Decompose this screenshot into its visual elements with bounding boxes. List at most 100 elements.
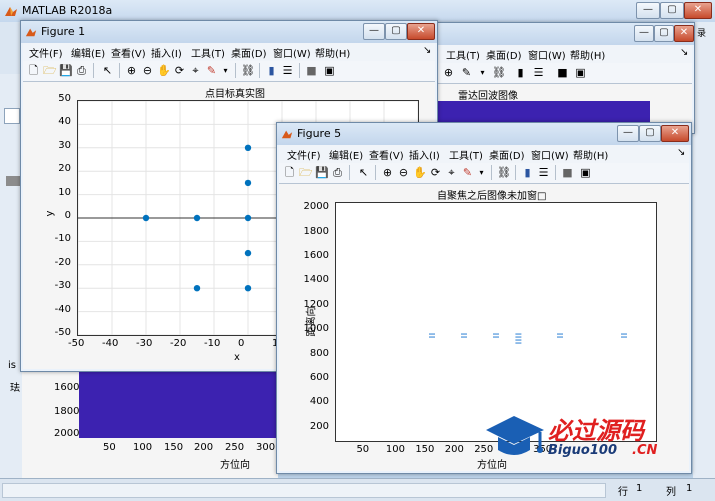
- status-row-value: 1: [636, 483, 643, 494]
- figure1-menu-view[interactable]: 查看(V): [111, 45, 146, 60]
- zoom-in-icon[interactable]: ⊕: [125, 64, 138, 77]
- dock-icon[interactable]: ▣: [323, 64, 336, 77]
- main-left-tab[interactable]: [4, 108, 20, 124]
- brush-dropdown-icon[interactable]: ▾: [475, 166, 488, 179]
- bg-tool-dock-icon[interactable]: ▣: [574, 66, 587, 79]
- figure1-close-button[interactable]: ✕: [407, 23, 435, 40]
- edit-plot-icon[interactable]: ↖: [357, 166, 370, 179]
- bg-xtick: 150: [164, 442, 184, 453]
- bg-menu-help[interactable]: 帮助(H): [570, 47, 605, 62]
- chart1-ytick-label: -10: [54, 233, 71, 245]
- chart2-ytick-label: 200: [309, 420, 329, 432]
- brush-icon[interactable]: ✎: [461, 166, 474, 179]
- legend-icon[interactable]: ☰: [537, 166, 550, 179]
- bg-tool-colorbar-icon[interactable]: ▮: [514, 66, 527, 79]
- right-edge-text: 录: [697, 29, 707, 39]
- figure5-title: Figure 5: [297, 127, 342, 140]
- chart1-title: 点目标真实图: [205, 89, 265, 100]
- bg-menu-arrow-icon[interactable]: ↘: [680, 47, 688, 58]
- data-cursor-icon[interactable]: ⌖: [445, 166, 458, 179]
- chart1-ytick-label: 50: [58, 93, 71, 104]
- bg-tool-brush-icon[interactable]: ✎: [460, 66, 473, 79]
- figure1-menu-window[interactable]: 窗口(W): [273, 45, 311, 60]
- figure1-menu-file[interactable]: 文件(F): [29, 45, 63, 60]
- bg-xtick: 50: [103, 442, 116, 453]
- figure1-minimize-button[interactable]: —: [363, 23, 385, 40]
- figure5-menu-help[interactable]: 帮助(H): [573, 147, 608, 162]
- new-figure-icon[interactable]: 🗋: [27, 64, 40, 77]
- edit-plot-icon[interactable]: ↖: [101, 64, 114, 77]
- bg-tool-link-icon[interactable]: ⛓: [492, 66, 506, 79]
- matlab-logo-icon: [5, 7, 17, 16]
- colorbar-icon[interactable]: ▮: [265, 64, 278, 77]
- main-close-button[interactable]: ✕: [684, 2, 712, 19]
- hide-tools-icon[interactable]: ■: [305, 64, 318, 77]
- pan-icon[interactable]: ✋: [413, 166, 427, 179]
- brush-icon[interactable]: ✎: [205, 64, 218, 77]
- bg-tool-hide-icon[interactable]: ■: [556, 66, 569, 79]
- zoom-out-icon[interactable]: ⊖: [141, 64, 154, 77]
- dock-icon[interactable]: ▣: [579, 166, 592, 179]
- figure5-menu-tools[interactable]: 工具(T): [449, 147, 483, 162]
- figure5-minimize-button[interactable]: —: [617, 125, 639, 142]
- chart1-point: [244, 249, 252, 257]
- rotate-icon[interactable]: ⟳: [429, 166, 442, 179]
- print-icon[interactable]: ⎙: [75, 64, 88, 77]
- figure5-menu-arrow-icon[interactable]: ↘: [677, 147, 685, 158]
- bg-minimize-button[interactable]: —: [634, 25, 654, 42]
- bg-close-button[interactable]: ✕: [674, 25, 694, 42]
- bg-bottom-radar-image: [79, 370, 278, 438]
- chart2-target-mark: [493, 333, 499, 338]
- chart1-ytick-label: -30: [54, 280, 71, 292]
- figure1-maximize-button[interactable]: ▢: [385, 23, 407, 40]
- figure5-menu-window[interactable]: 窗口(W): [531, 147, 569, 162]
- figure5-maximize-button[interactable]: ▢: [639, 125, 661, 142]
- rotate-icon[interactable]: ⟳: [173, 64, 186, 77]
- chart1-ytick-label: -40: [54, 303, 71, 315]
- chart2-ytick-label: 600: [309, 371, 329, 383]
- chart2-ylabel: 距离向: [306, 306, 318, 337]
- main-minimize-button[interactable]: —: [636, 2, 660, 19]
- bg-xtick: 100: [133, 442, 153, 453]
- zoom-in-icon[interactable]: ⊕: [381, 166, 394, 179]
- open-file-icon[interactable]: 🗁: [43, 64, 57, 77]
- bg-menu-desktop[interactable]: 桌面(D): [486, 47, 522, 62]
- open-file-icon[interactable]: 🗁: [299, 166, 313, 179]
- figure5-menu-desktop[interactable]: 桌面(D): [489, 147, 525, 162]
- new-figure-icon[interactable]: 🗋: [283, 166, 296, 179]
- figure5-menu-file[interactable]: 文件(F): [287, 147, 321, 162]
- bg-tool-dropdown-icon[interactable]: ▾: [476, 66, 489, 79]
- bg-tool-zoom-in-icon[interactable]: ⊕: [442, 66, 455, 79]
- legend-icon[interactable]: ☰: [281, 64, 294, 77]
- figure1-menu-insert[interactable]: 插入(I): [151, 45, 182, 60]
- link-plot-icon[interactable]: ⛓: [241, 64, 255, 77]
- save-icon[interactable]: 💾: [59, 64, 73, 77]
- figure1-menu-help[interactable]: 帮助(H): [315, 45, 350, 60]
- chart1-ytick-label: -20: [54, 256, 71, 268]
- zoom-out-icon[interactable]: ⊖: [397, 166, 410, 179]
- figure1-menu-desktop[interactable]: 桌面(D): [231, 45, 267, 60]
- hide-tools-icon[interactable]: ■: [561, 166, 574, 179]
- pan-icon[interactable]: ✋: [157, 64, 171, 77]
- figure5-close-button[interactable]: ✕: [661, 125, 689, 142]
- figure1-menu-tools[interactable]: 工具(T): [191, 45, 225, 60]
- figure5-menu-insert[interactable]: 插入(I): [409, 147, 440, 162]
- data-cursor-icon[interactable]: ⌖: [189, 64, 202, 77]
- save-icon[interactable]: 💾: [315, 166, 329, 179]
- main-maximize-button[interactable]: ▢: [660, 2, 684, 19]
- link-plot-icon[interactable]: ⛓: [497, 166, 511, 179]
- bg-menu-window[interactable]: 窗口(W): [528, 47, 566, 62]
- figure5-menu-edit[interactable]: 编辑(E): [329, 147, 363, 162]
- figure1-menu-arrow-icon[interactable]: ↘: [423, 45, 431, 56]
- brush-dropdown-icon[interactable]: ▾: [219, 64, 232, 77]
- colorbar-icon[interactable]: ▮: [521, 166, 534, 179]
- bg-menu-tools[interactable]: 工具(T): [446, 47, 480, 62]
- figure5-menu-view[interactable]: 查看(V): [369, 147, 404, 162]
- chart1-point: [244, 214, 252, 222]
- chart1-xlabel: x: [234, 352, 240, 363]
- bg-maximize-button[interactable]: ▢: [654, 25, 674, 42]
- bg-tool-legend-icon[interactable]: ☰: [532, 66, 545, 79]
- print-icon[interactable]: ⎙: [331, 166, 344, 179]
- figure1-menu-edit[interactable]: 编辑(E): [71, 45, 105, 60]
- chart2-svg: [429, 333, 627, 344]
